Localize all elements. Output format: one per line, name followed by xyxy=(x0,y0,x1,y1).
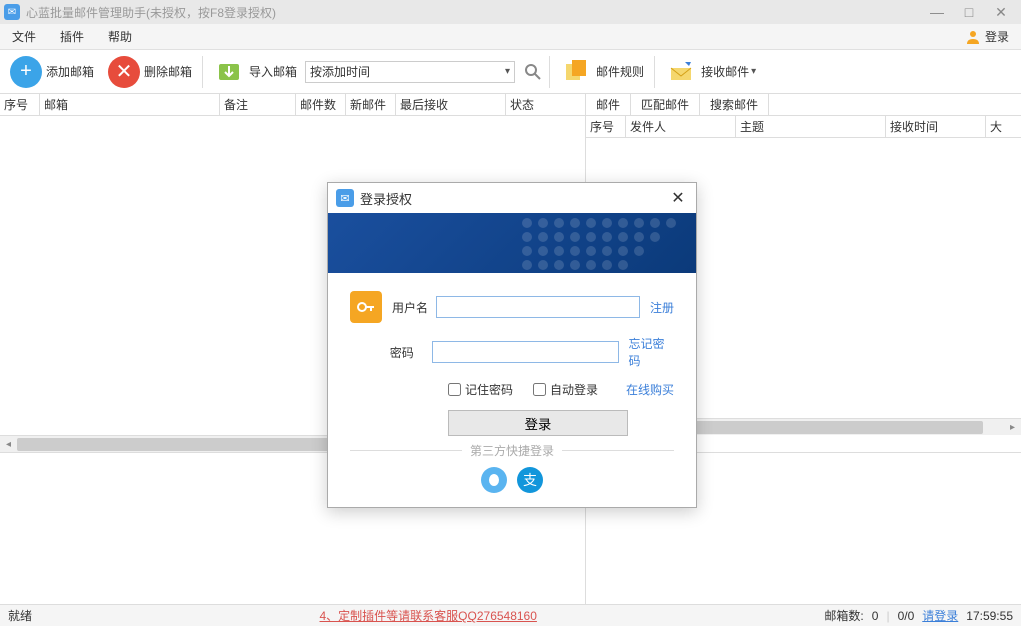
forgot-password-link[interactable]: 忘记密码 xyxy=(629,335,675,369)
qq-login-icon[interactable] xyxy=(481,467,507,493)
dialog-title: 登录授权 xyxy=(360,189,668,208)
dialog-close-button[interactable]: ✕ xyxy=(668,188,688,208)
register-link[interactable]: 注册 xyxy=(650,299,674,316)
login-button[interactable]: 登录 xyxy=(448,410,628,436)
remember-check[interactable]: 记住密码 xyxy=(448,381,513,398)
dialog-icon: ✉ xyxy=(336,189,354,207)
dialog-titlebar: ✉ 登录授权 ✕ xyxy=(328,183,696,213)
password-input[interactable] xyxy=(432,341,619,363)
username-input[interactable] xyxy=(436,296,640,318)
username-label: 用户名 xyxy=(392,299,436,316)
auto-login-checkbox[interactable] xyxy=(533,383,546,396)
buy-link[interactable]: 在线购买 xyxy=(626,381,674,398)
dialog-overlay: ✉ 登录授权 ✕ 用户名 注册 密码 xyxy=(0,0,1021,621)
third-party-label: 第三方快捷登录 xyxy=(470,442,554,459)
auto-login-label: 自动登录 xyxy=(550,381,598,398)
login-dialog: ✉ 登录授权 ✕ 用户名 注册 密码 xyxy=(327,182,697,508)
key-icon xyxy=(350,291,382,323)
dialog-banner xyxy=(328,213,696,273)
dialog-body: 用户名 注册 密码 忘记密码 记住密码 自动登录 在线购买 xyxy=(328,273,696,507)
password-label: 密码 xyxy=(390,344,432,361)
alipay-login-icon[interactable]: 支 xyxy=(517,467,543,493)
auto-login-check[interactable]: 自动登录 xyxy=(533,381,598,398)
remember-checkbox[interactable] xyxy=(448,383,461,396)
remember-label: 记住密码 xyxy=(465,381,513,398)
